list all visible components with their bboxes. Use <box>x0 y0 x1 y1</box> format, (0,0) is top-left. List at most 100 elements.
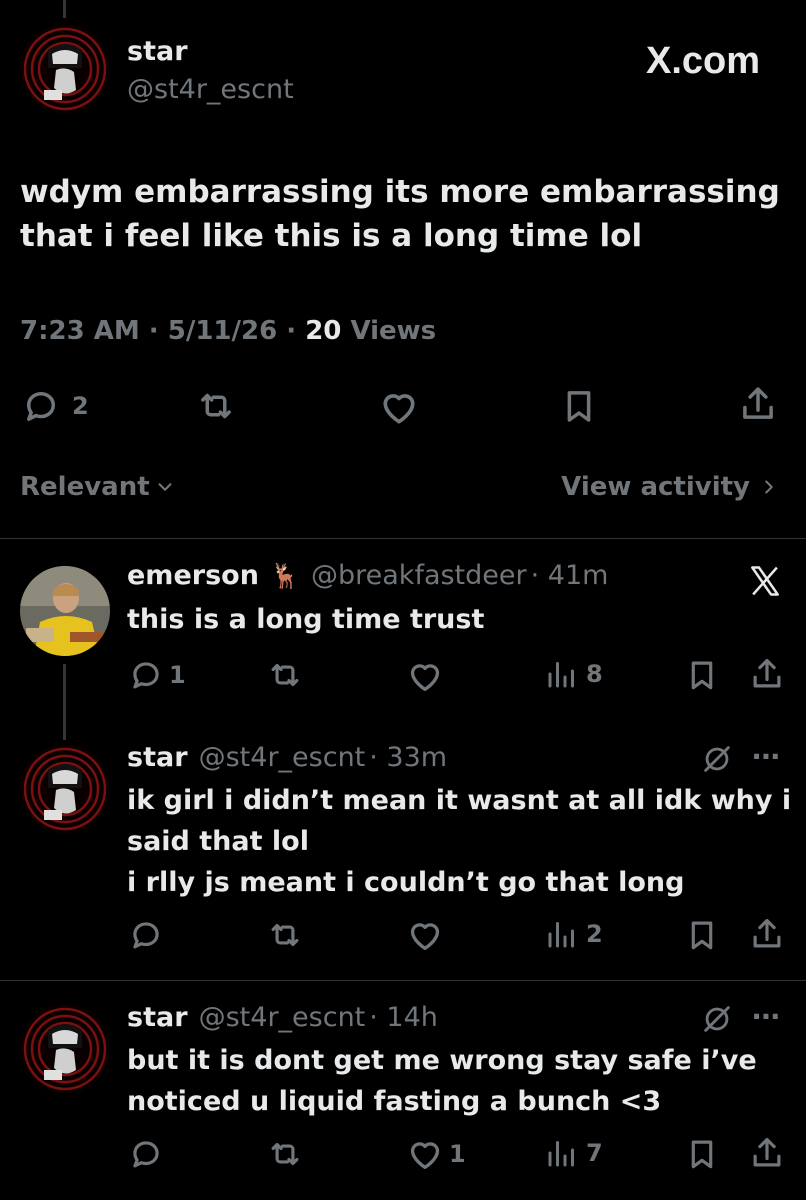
views-count: 7 <box>586 1139 603 1167</box>
reply-button[interactable]: 1 <box>127 656 186 694</box>
post-meta: 7:23 AM · 5/11/26 · 20 Views <box>20 316 436 346</box>
post-date[interactable]: 5/11/26 <box>168 316 277 346</box>
view-activity-link[interactable]: View activity <box>561 472 780 502</box>
bookmark-icon <box>683 1135 721 1173</box>
deer-emoji: 🦌 <box>270 562 300 590</box>
reply-time[interactable]: · 41m <box>531 560 609 591</box>
avatar[interactable] <box>20 1004 110 1094</box>
chevron-right-icon <box>765 480 773 494</box>
reply-button[interactable]: 2 <box>20 385 89 427</box>
repost-button[interactable] <box>266 656 304 694</box>
bookmark-icon <box>683 656 721 694</box>
reply-text-line: ik girl i didn’t mean it wasnt at all id… <box>127 785 792 816</box>
repost-button[interactable] <box>266 916 304 954</box>
reply-text-line: i rlly js meant i couldn’t go that long <box>127 867 685 898</box>
repost-icon <box>195 385 237 427</box>
view-activity-label: View activity <box>561 472 750 502</box>
share-icon <box>748 915 786 953</box>
reply-text-line: noticed u liquid fasting a bunch <3 <box>127 1086 662 1117</box>
reply-author-name[interactable]: emerson <box>127 560 259 591</box>
like-button[interactable] <box>405 915 445 955</box>
grok-button[interactable] <box>700 742 734 776</box>
share-icon <box>748 1134 786 1172</box>
reply-time[interactable]: · 14h <box>369 1002 438 1033</box>
avatar[interactable] <box>20 24 110 114</box>
reply-text-line: said that lol <box>127 826 309 857</box>
like-icon <box>405 915 445 955</box>
reply-time[interactable]: · 33m <box>369 742 447 773</box>
views-icon <box>544 916 580 952</box>
grok-icon <box>700 1002 734 1036</box>
avatar[interactable] <box>20 566 110 656</box>
share-icon <box>737 383 779 425</box>
reply-header: emerson 🦌 @breakfastdeer · 41m <box>127 560 608 591</box>
bookmark-button[interactable] <box>683 656 721 694</box>
views-count: 8 <box>586 660 603 688</box>
bookmark-icon <box>558 385 600 427</box>
reply-icon <box>127 1135 165 1173</box>
reply-count: 2 <box>72 392 89 420</box>
views-button[interactable]: 8 <box>544 656 603 692</box>
reply-text: but it is dont get me wrong stay safe i’… <box>127 1040 757 1122</box>
reply-author-name[interactable]: star <box>127 1002 188 1033</box>
meta-sep: · <box>286 316 297 346</box>
author-handle[interactable]: @st4r_escnt <box>127 74 294 105</box>
grok-button[interactable] <box>700 1002 734 1036</box>
reply-author-handle[interactable]: @breakfastdeer <box>311 560 527 591</box>
repost-button[interactable] <box>195 385 237 427</box>
relevant-label: Relevant <box>20 472 150 502</box>
reply-text-line: but it is dont get me wrong stay safe i’… <box>127 1045 757 1076</box>
share-button[interactable] <box>748 915 786 953</box>
meta-sep: · <box>148 316 159 346</box>
post-time[interactable]: 7:23 AM <box>20 316 140 346</box>
reply-text: ik girl i didn’t mean it wasnt at all id… <box>127 780 791 903</box>
share-button[interactable] <box>748 655 786 693</box>
more-icon[interactable]: ⋯ <box>752 1000 780 1033</box>
like-button[interactable] <box>405 656 445 696</box>
views-count[interactable]: 20 <box>305 316 341 346</box>
views-button[interactable]: 7 <box>544 1135 603 1171</box>
like-icon <box>405 656 445 696</box>
relevant-dropdown[interactable]: Relevant <box>20 472 176 502</box>
reply-count: 1 <box>169 661 186 689</box>
reply-button[interactable] <box>127 916 165 954</box>
author-name[interactable]: star <box>127 36 188 67</box>
views-button[interactable]: 2 <box>544 916 603 952</box>
like-button[interactable] <box>377 385 421 429</box>
bookmark-button[interactable] <box>558 385 600 427</box>
divider <box>0 980 806 981</box>
views-count: 2 <box>586 920 603 948</box>
reply-author-handle[interactable]: @st4r_escnt <box>199 1002 366 1033</box>
repost-icon <box>266 916 304 954</box>
divider <box>0 538 806 539</box>
repost-icon <box>266 656 304 694</box>
like-button[interactable]: 1 <box>405 1134 466 1174</box>
reply-header: star @st4r_escnt · 14h <box>127 1002 438 1033</box>
avatar-image <box>20 24 110 114</box>
thread-line-top <box>63 0 66 18</box>
x-logo-icon <box>746 562 784 604</box>
grok-icon <box>700 742 734 776</box>
post-text-line: that i feel like this is a long time lol <box>20 218 643 254</box>
post-text: wdym embarrassing its more embarrassing … <box>20 170 780 258</box>
share-icon <box>748 655 786 693</box>
bookmark-button[interactable] <box>683 916 721 954</box>
reply-text: this is a long time trust <box>127 599 484 640</box>
reply-text-line: this is a long time trust <box>127 604 485 635</box>
views-icon <box>544 656 580 692</box>
avatar-image <box>20 566 110 656</box>
more-icon[interactable]: ⋯ <box>752 740 780 773</box>
like-icon <box>405 1134 445 1174</box>
reply-button[interactable] <box>127 1135 165 1173</box>
reply-author-handle[interactable]: @st4r_escnt <box>199 742 366 773</box>
repost-button[interactable] <box>266 1135 304 1173</box>
like-count: 1 <box>449 1140 466 1168</box>
avatar[interactable] <box>20 744 110 834</box>
share-button[interactable] <box>748 1134 786 1172</box>
share-button[interactable] <box>737 383 779 425</box>
bookmark-button[interactable] <box>683 1135 721 1173</box>
like-icon <box>377 385 421 429</box>
views-icon <box>544 1135 580 1171</box>
reply-author-name[interactable]: star <box>127 742 188 773</box>
views-label[interactable]: Views <box>350 316 436 346</box>
